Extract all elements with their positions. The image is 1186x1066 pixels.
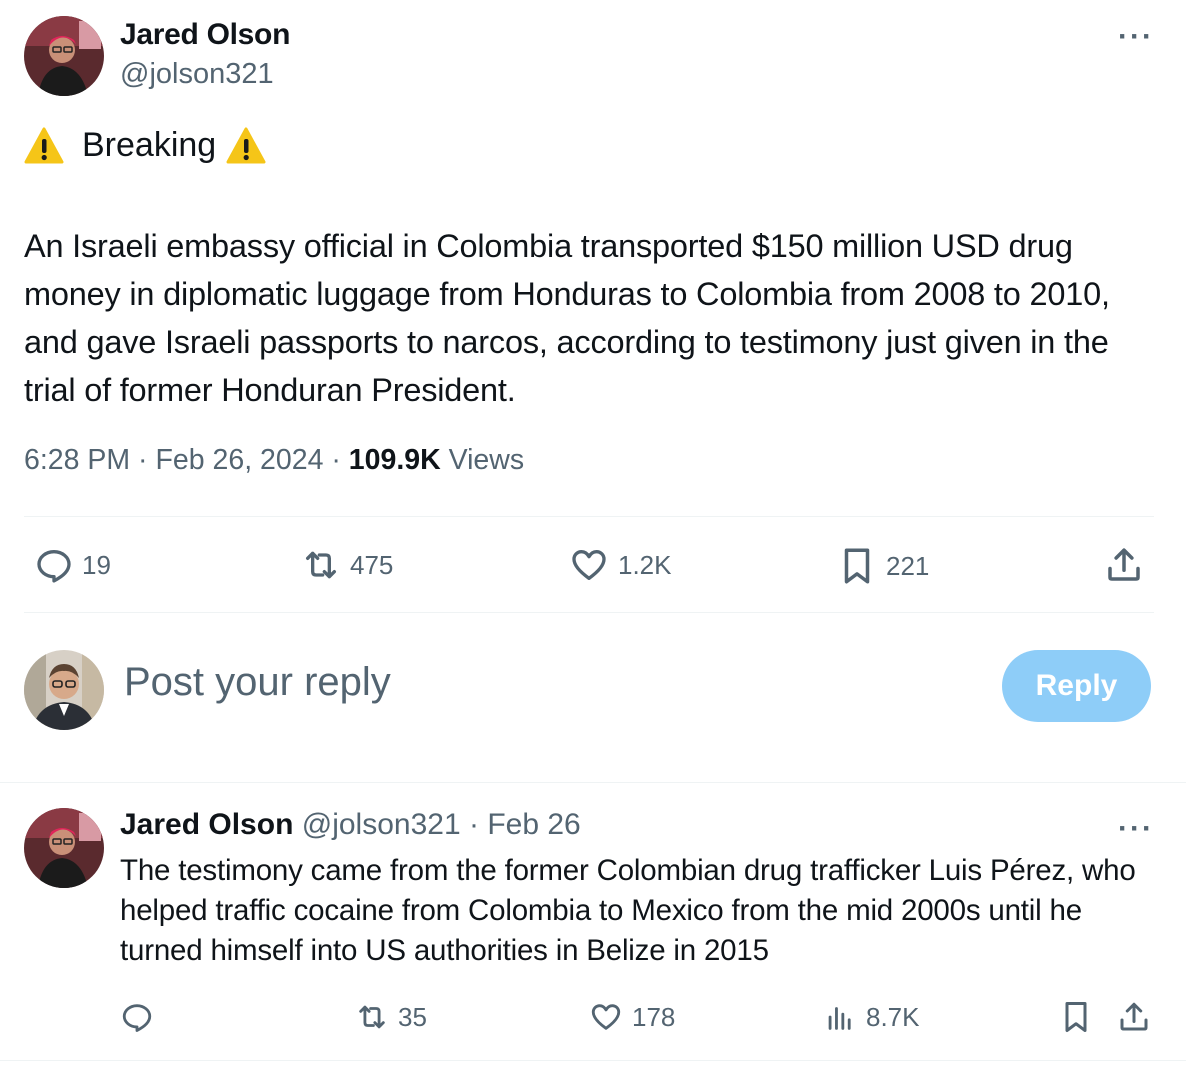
like-action[interactable]: 1.2K (568, 545, 672, 585)
share-icon (1120, 1002, 1148, 1031)
divider (24, 516, 1154, 517)
reply-button[interactable]: Reply (1002, 650, 1151, 722)
reply-views-count: 8.7K (866, 1001, 920, 1032)
repost-icon (306, 551, 336, 579)
reply-like-action[interactable]: 178 (588, 1000, 675, 1034)
reply-views-action[interactable]: 8.7K (822, 1000, 920, 1034)
heart-icon (591, 1004, 621, 1030)
reply-reply-action[interactable] (120, 1000, 154, 1034)
warning-icon (226, 127, 266, 163)
reply-date[interactable]: Feb 26 (487, 808, 580, 841)
bookmark-action[interactable]: 221 (836, 545, 929, 587)
divider (0, 782, 1186, 783)
meta-separator: · (130, 444, 156, 476)
reply-share-action[interactable] (1116, 999, 1152, 1035)
heart-icon (572, 550, 606, 580)
reply-repost-action[interactable]: 35 (354, 1000, 427, 1034)
repost-count: 475 (350, 549, 394, 580)
author-avatar[interactable] (24, 16, 104, 96)
views-chart-icon (828, 1007, 851, 1030)
reply-count: 19 (82, 549, 111, 580)
tweet-text: An Israeli embassy official in Colombia … (24, 228, 1110, 408)
reply-date-separator: · (460, 808, 488, 841)
reply-bookmark-action[interactable] (1058, 999, 1094, 1035)
views-count: 109.9K (348, 444, 441, 476)
repost-action[interactable]: 475 (300, 545, 393, 585)
warning-icon (24, 127, 64, 163)
current-user-avatar[interactable] (24, 650, 104, 730)
views-label: Views (448, 444, 525, 476)
bookmark-icon (1065, 1002, 1087, 1032)
breaking-label: Breaking (82, 126, 217, 164)
reply-tweet-text: The testimony came from the former Colom… (120, 854, 1136, 967)
bookmark-count: 221 (886, 550, 930, 581)
divider (24, 612, 1154, 613)
breaking-line: Breaking (24, 126, 266, 165)
more-options-icon[interactable]: ··· (1118, 22, 1154, 52)
reply-input[interactable]: Post your reply (124, 660, 391, 705)
reply-repost-count: 35 (398, 1001, 427, 1032)
repost-icon (359, 1005, 385, 1029)
reply-more-options-icon[interactable]: ··· (1118, 814, 1154, 844)
meta-separator: · (323, 444, 349, 476)
divider (0, 1060, 1186, 1061)
reply-like-count: 178 (632, 1001, 676, 1032)
like-count: 1.2K (618, 549, 672, 580)
reply-author-name[interactable]: Jared Olson (120, 808, 293, 841)
reply-author-handle[interactable]: @jolson321 (302, 808, 461, 841)
author-name[interactable]: Jared Olson (120, 18, 290, 52)
reply-icon (122, 1004, 152, 1032)
bookmark-icon (844, 548, 870, 584)
reply-author-avatar[interactable] (24, 808, 104, 888)
tweet-date[interactable]: Feb 26, 2024 (155, 444, 323, 476)
share-action[interactable] (1102, 544, 1146, 586)
author-handle[interactable]: @jolson321 (120, 58, 274, 91)
share-icon (1108, 548, 1140, 581)
reply-action[interactable]: 19 (34, 545, 111, 585)
reply-icon (37, 550, 71, 583)
tweet-time[interactable]: 6:28 PM (24, 444, 130, 476)
tweet-meta: 6:28 PM · Feb 26, 2024 · 109.9K Views (24, 444, 524, 477)
reply-header: Jared Olson @jolson321 · Feb 26 (120, 808, 581, 842)
